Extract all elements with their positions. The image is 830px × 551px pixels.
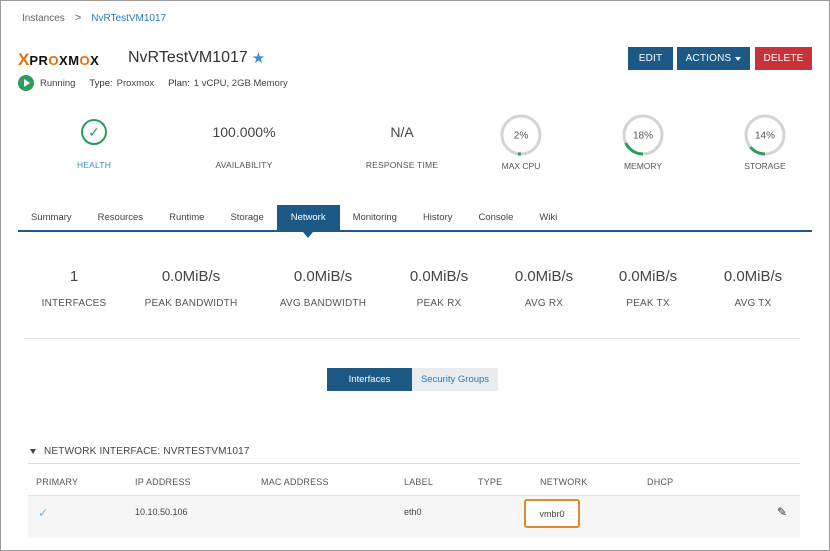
tab-bar: Summary Resources Runtime Storage Networ… xyxy=(18,205,812,238)
instance-name: NvRTestVM1017 xyxy=(128,49,248,66)
avg-bandwidth-stat: 0.0MiB/s AVG BANDWIDTH xyxy=(263,268,383,309)
max-cpu-gauge: 2% MAX CPU xyxy=(461,113,581,171)
breadcrumb-separator: > xyxy=(74,12,82,24)
star-icon[interactable]: ★ xyxy=(252,49,265,67)
max-cpu-value: 2% xyxy=(514,131,529,142)
delete-button[interactable]: DELETE xyxy=(755,47,812,70)
interfaces-stat: 1 INTERFACES xyxy=(14,268,134,309)
edit-button[interactable]: EDIT xyxy=(628,47,673,70)
col-dhcp: DHCP xyxy=(647,477,674,487)
cell-network-highlight: vmbr0 xyxy=(524,499,580,528)
peak-bandwidth-stat: 0.0MiB/s PEAK BANDWIDTH xyxy=(131,268,251,309)
health-label: HEALTH xyxy=(76,160,112,170)
security-groups-toggle-button[interactable]: Security Groups xyxy=(412,368,498,391)
peak-rx-stat: 0.0MiB/s PEAK RX xyxy=(379,268,499,309)
avg-rx-stat: 0.0MiB/s AVG RX xyxy=(484,268,604,309)
tab-resources[interactable]: Resources xyxy=(85,205,156,230)
tab-runtime[interactable]: Runtime xyxy=(156,205,217,230)
max-cpu-label: MAX CPU xyxy=(501,161,541,171)
storage-ring: 14% xyxy=(744,114,786,156)
peak-tx-stat: 0.0MiB/s PEAK TX xyxy=(588,268,708,309)
tab-network[interactable]: Network xyxy=(276,205,340,238)
page-title: NvRTestVM1017 ★ xyxy=(128,49,265,67)
col-network: NETWORK xyxy=(540,477,588,487)
memory-gauge: 18% MEMORY xyxy=(583,113,703,171)
interfaces-label: INTERFACES xyxy=(41,298,107,309)
col-type: TYPE xyxy=(478,477,503,487)
memory-label: MEMORY xyxy=(623,161,663,171)
health-stat: ✓ HEALTH xyxy=(34,118,154,170)
actions-button-label: ACTIONS xyxy=(685,53,732,64)
max-cpu-ring: 2% xyxy=(500,114,542,156)
tab-history[interactable]: History xyxy=(410,205,466,230)
logo-x-mark: X xyxy=(18,50,29,69)
avg-bandwidth-value: 0.0MiB/s xyxy=(293,268,353,285)
avg-tx-label: AVG TX xyxy=(734,298,772,309)
tab-wiki[interactable]: Wiki xyxy=(526,205,570,230)
col-mac-address: MAC ADDRESS xyxy=(261,477,329,487)
avg-bandwidth-label: AVG BANDWIDTH xyxy=(279,298,367,309)
interface-section-title: NETWORK INTERFACE: NVRTESTVM1017 xyxy=(44,446,250,457)
tab-summary[interactable]: Summary xyxy=(18,205,85,230)
storage-value: 14% xyxy=(755,131,775,142)
avg-tx-value: 0.0MiB/s xyxy=(723,268,783,285)
edit-pencil-icon[interactable]: ✎ xyxy=(777,505,787,519)
logo-wordmark: PROXMOX xyxy=(29,52,100,68)
interfaces-toggle-button[interactable]: Interfaces xyxy=(327,368,412,391)
interface-section-header[interactable]: NETWORK INTERFACE: NVRTESTVM1017 xyxy=(30,446,250,457)
breadcrumb-current[interactable]: NvRTestVM1017 xyxy=(91,13,166,24)
avg-tx-stat: 0.0MiB/s AVG TX xyxy=(693,268,813,309)
interfaces-value: 1 xyxy=(69,268,79,285)
col-primary: PRIMARY xyxy=(36,477,79,487)
status-row: Running Type: Proxmox Plan: 1 vCPU, 2GB … xyxy=(18,75,288,91)
memory-value: 18% xyxy=(633,131,653,142)
actions-button[interactable]: ACTIONS xyxy=(677,47,750,70)
response-time-label: RESPONSE TIME xyxy=(365,160,439,170)
storage-label: STORAGE xyxy=(744,161,786,171)
type-value: Proxmox xyxy=(116,77,155,89)
plan-value: 1 vCPU, 2GB Memory xyxy=(193,77,288,89)
check-circle-icon: ✓ xyxy=(81,119,107,145)
tab-monitoring[interactable]: Monitoring xyxy=(340,205,410,230)
peak-bandwidth-value: 0.0MiB/s xyxy=(161,268,221,285)
cell-label: eth0 xyxy=(404,507,422,517)
proxmox-logo: X PROXMOX xyxy=(18,50,99,70)
cell-network: vmbr0 xyxy=(539,508,565,519)
peak-rx-label: PEAK RX xyxy=(416,298,462,309)
avg-rx-value: 0.0MiB/s xyxy=(514,268,574,285)
view-toggle: Interfaces Security Groups xyxy=(327,368,498,391)
avg-rx-label: AVG RX xyxy=(524,298,564,309)
peak-tx-label: PEAK TX xyxy=(626,298,670,309)
status-text: Running xyxy=(40,77,76,89)
peak-rx-value: 0.0MiB/s xyxy=(409,268,469,285)
cell-ip-address: 10.10.50.106 xyxy=(135,507,188,517)
memory-ring: 18% xyxy=(622,114,664,156)
availability-value: 100.000% xyxy=(212,124,276,140)
col-ip-address: IP ADDRESS xyxy=(135,477,191,487)
breadcrumb: Instances > NvRTestVM1017 xyxy=(22,12,166,24)
section-divider xyxy=(24,338,800,339)
caret-down-icon xyxy=(735,56,742,61)
breadcrumb-instances-link[interactable]: Instances xyxy=(22,13,65,24)
storage-gauge: 14% STORAGE xyxy=(705,113,825,171)
section-rule xyxy=(28,463,800,464)
peak-tx-value: 0.0MiB/s xyxy=(618,268,678,285)
availability-stat: 100.000% AVAILABILITY xyxy=(184,118,304,170)
collapse-caret-icon[interactable] xyxy=(30,449,36,454)
type-label: Type: xyxy=(89,77,113,89)
response-time-stat: N/A RESPONSE TIME xyxy=(342,118,462,170)
peak-bandwidth-label: PEAK BANDWIDTH xyxy=(144,298,238,309)
response-time-value: N/A xyxy=(390,124,414,140)
availability-label: AVAILABILITY xyxy=(215,160,273,170)
running-status-icon xyxy=(18,75,34,91)
col-label: LABEL xyxy=(404,477,434,487)
plan-label: Plan: xyxy=(168,77,190,89)
tab-console[interactable]: Console xyxy=(466,205,527,230)
tab-storage[interactable]: Storage xyxy=(217,205,276,230)
check-icon: ✓ xyxy=(38,506,49,520)
